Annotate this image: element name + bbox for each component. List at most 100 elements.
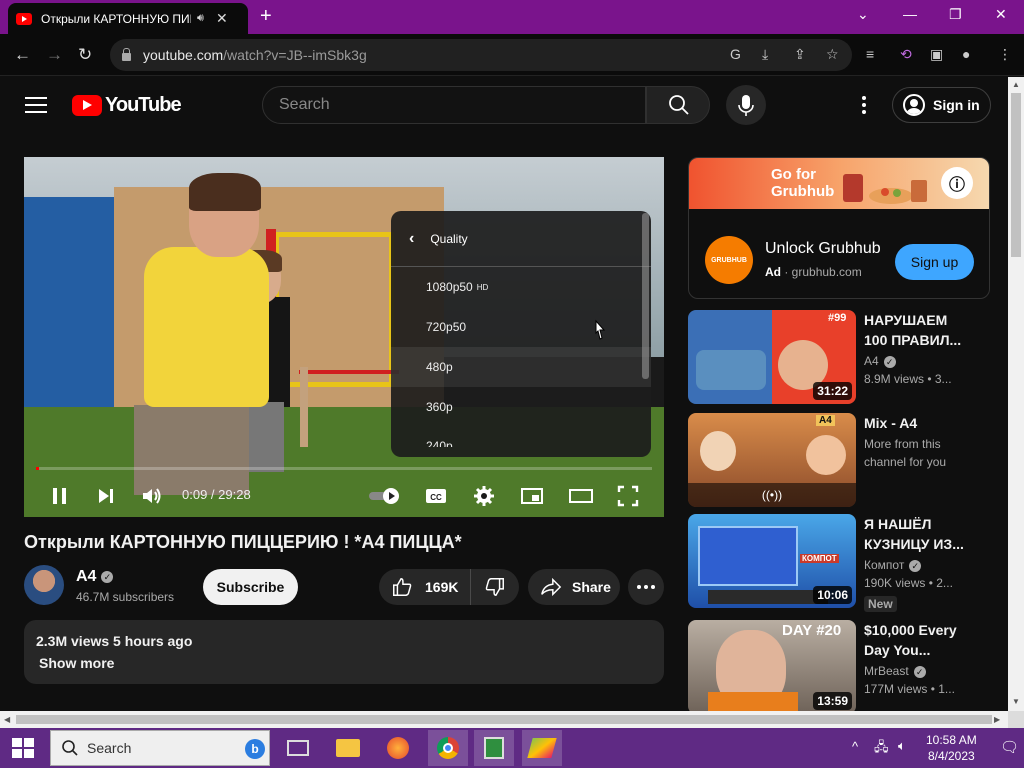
ad-info-icon[interactable]: ⓘ	[941, 167, 973, 199]
quality-option-240[interactable]: 240p	[391, 427, 651, 447]
horizontal-scrollbar[interactable]: ◀ ▶	[0, 711, 1008, 728]
tray-chevron-icon[interactable]: ^	[852, 739, 858, 754]
reload-icon[interactable]: ↻	[78, 45, 92, 65]
browser-tab[interactable]: Открыли КАРТОННУЮ ПИЦ 🔊︎ ✕	[8, 3, 248, 34]
share-page-icon[interactable]: ⇪	[794, 46, 806, 63]
install-icon[interactable]: ⤓	[762, 46, 768, 63]
scroll-up-arrow-icon[interactable]: ▲	[1012, 80, 1020, 89]
recommendation-title[interactable]: Я НАШЁЛ КУЗНИЦУ ИЗ...	[864, 514, 974, 554]
recommendation-title[interactable]: Mix - A4	[864, 413, 974, 433]
quality-menu-scrollbar[interactable]	[642, 213, 649, 379]
video-thumbnail[interactable]: КОМПОТ 10:06	[688, 514, 856, 608]
description-box[interactable]: 2.3M views 5 hours ago Show more	[24, 620, 664, 684]
file-explorer-icon[interactable]	[328, 730, 368, 766]
bookmark-star-icon[interactable]: ☆	[826, 46, 839, 63]
recommendation-item[interactable]: ((•)) A4 Mix - A4 More from this channel…	[688, 413, 990, 507]
progress-bar[interactable]	[36, 467, 652, 470]
volume-tray-icon[interactable]: 🔈︎	[898, 738, 906, 754]
close-tab-icon[interactable]: ✕	[216, 10, 228, 27]
like-button[interactable]: 169K	[379, 569, 471, 605]
chrome-taskbar-icon[interactable]	[428, 730, 468, 766]
recommendation-channel[interactable]: A4 ✓	[864, 354, 896, 368]
side-panel-icon[interactable]: ▣	[930, 46, 943, 63]
ad-title[interactable]: Unlock Grubhub	[765, 240, 887, 258]
guide-menu-icon[interactable]	[25, 97, 47, 118]
video-thumbnail[interactable]: #99 31:22	[688, 310, 856, 404]
share-button[interactable]: Share	[528, 569, 620, 605]
voice-search-button[interactable]	[726, 85, 766, 125]
media-controls-icon[interactable]: ≡	[866, 46, 874, 62]
recommendation-item[interactable]: #99 31:22 НАРУШАЕМ 100 ПРАВИЛ... A4 ✓ 8.9…	[688, 310, 990, 404]
forward-icon[interactable]: →	[46, 45, 63, 65]
more-actions-button[interactable]	[628, 569, 664, 605]
subtitles-icon[interactable]: CC	[424, 484, 448, 508]
firefox-icon[interactable]	[378, 730, 418, 766]
dislike-button[interactable]	[471, 569, 519, 605]
settings-gear-icon[interactable]	[472, 484, 496, 508]
settings-menu-icon[interactable]	[852, 93, 876, 117]
show-more-link[interactable]: Show more	[39, 655, 652, 671]
profile-icon[interactable]: ●	[962, 46, 970, 62]
notifications-icon[interactable]: 🗨︎	[1000, 738, 1019, 756]
quality-option-480[interactable]: 480p	[391, 347, 651, 387]
network-icon[interactable]: 🖧︎	[874, 738, 889, 760]
quality-menu-header[interactable]: ‹ Quality	[391, 211, 651, 267]
miniplayer-icon[interactable]	[520, 484, 544, 508]
ad-sign-up-button[interactable]: Sign up	[895, 244, 974, 280]
quality-option-360[interactable]: 360p	[391, 387, 651, 427]
task-view-icon[interactable]	[278, 730, 318, 766]
theater-mode-icon[interactable]	[568, 484, 594, 508]
channel-name[interactable]: A4 ✓	[76, 568, 114, 586]
vertical-scroll-thumb[interactable]	[1011, 93, 1021, 257]
speaker-icon[interactable]: 🔊︎	[197, 12, 204, 25]
back-icon[interactable]: ←	[14, 45, 31, 65]
subscribe-button[interactable]: Subscribe	[203, 569, 298, 605]
ad-label: Ad	[765, 265, 781, 279]
recommendation-channel[interactable]: Компот ✓	[864, 558, 922, 572]
recommendation-item[interactable]: КОМПОТ 10:06 Я НАШЁЛ КУЗНИЦУ ИЗ... Компо…	[688, 514, 990, 612]
new-tab-button[interactable]: +	[260, 5, 272, 28]
lock-icon[interactable]	[122, 48, 131, 61]
recommendation-title[interactable]: $10,000 Every Day You...	[864, 620, 974, 660]
close-window-button[interactable]: ✕	[995, 6, 1007, 23]
spreadsheet-app-icon[interactable]	[474, 730, 514, 766]
scroll-right-arrow-icon[interactable]: ▶	[994, 715, 1000, 724]
scroll-down-arrow-icon[interactable]: ▼	[1012, 697, 1020, 706]
vertical-scrollbar[interactable]: ▲ ▼	[1008, 77, 1024, 711]
video-thumbnail[interactable]: ((•)) A4	[688, 413, 856, 507]
extension-icon[interactable]: ⟲	[900, 46, 912, 63]
sign-in-button[interactable]: Sign in	[892, 87, 991, 123]
recommendation-item[interactable]: DAY #20 13:59 $10,000 Every Day You... M…	[688, 620, 990, 711]
fullscreen-icon[interactable]	[616, 484, 640, 508]
recommendation-channel[interactable]: MrBeast ✓	[864, 664, 926, 678]
sidebar-ad[interactable]: Go for Grubhub ⓘ GRUBHUB Unlock Grubhub …	[688, 157, 990, 299]
recommendation-title[interactable]: НАРУШАЕМ 100 ПРАВИЛ...	[864, 310, 974, 350]
search-button[interactable]	[646, 86, 710, 124]
quality-option-720[interactable]: 720p50	[391, 307, 651, 347]
horizontal-scroll-thumb[interactable]	[16, 715, 992, 724]
grubhub-logo[interactable]: GRUBHUB	[705, 236, 753, 284]
bing-icon[interactable]: b	[245, 739, 265, 759]
app-stack-icon[interactable]	[522, 730, 562, 766]
quality-menu: ‹ Quality 1080p50 HD 720p50 480p 360p 240…	[391, 211, 651, 457]
chrome-menu-icon[interactable]: ⋮	[998, 46, 1012, 63]
youtube-logo[interactable]: YouTube	[72, 94, 182, 117]
video-player[interactable]: ‹ Quality 1080p50 HD 720p50 480p 360p 240…	[24, 157, 664, 517]
search-input[interactable]: Search	[262, 86, 646, 124]
pause-icon[interactable]	[48, 484, 72, 508]
autoplay-toggle-icon[interactable]	[368, 484, 404, 508]
windows-start-icon[interactable]	[12, 738, 34, 758]
volume-icon[interactable]	[140, 484, 164, 508]
tab-search-icon[interactable]: ⌄	[857, 6, 869, 23]
taskbar-search[interactable]: Search b	[50, 730, 270, 766]
google-lens-icon[interactable]: G	[730, 46, 741, 62]
video-thumbnail[interactable]: DAY #20 13:59	[688, 620, 856, 711]
restore-button[interactable]: ❐	[949, 6, 962, 23]
channel-avatar[interactable]	[24, 565, 64, 605]
clock[interactable]: 10:58 AM 8/4/2023	[926, 732, 977, 764]
minimize-button[interactable]: —	[903, 6, 917, 22]
scroll-left-arrow-icon[interactable]: ◀	[4, 715, 10, 724]
back-chevron-icon[interactable]: ‹	[409, 230, 414, 248]
next-video-icon[interactable]	[94, 484, 118, 508]
quality-option-1080[interactable]: 1080p50 HD	[391, 267, 651, 307]
